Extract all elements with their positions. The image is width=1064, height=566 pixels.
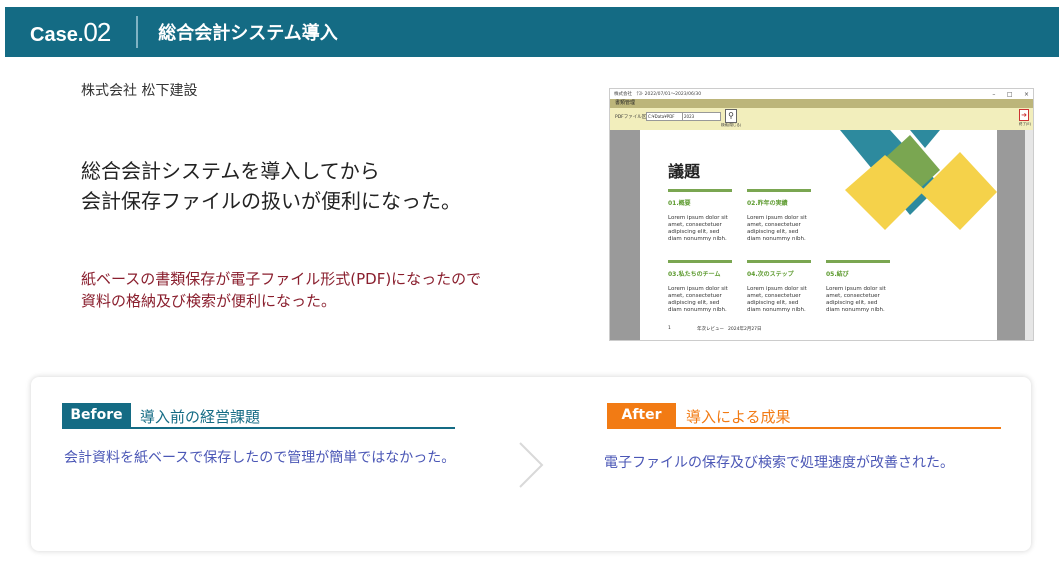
case-prefix: Case. [30,23,84,46]
doc-section: 03.私たちのチーム Lorem ipsum dolor sit amet, c… [668,260,732,314]
window-controls: – □ × [982,91,1029,98]
section-heading: 05.結び [826,271,849,278]
menu-bar: 書類管理 [610,99,1033,108]
footer-title: 年次レビュー [697,327,724,332]
header-title: 総合会計システム導入 [158,23,338,44]
case-label: Case.02 [30,16,111,48]
doc-section: 05.結び Lorem ipsum dolor sit amet, consec… [826,260,890,314]
footer-page-number: 1 [668,326,671,331]
exit-label: 終了(E) [1019,122,1031,126]
doc-title: 議題 [668,162,701,181]
before-tag: Before [62,403,131,427]
section-body: Lorem ipsum dolor sit amet, consectetuer… [668,286,728,313]
maximize-icon[interactable]: □ [1007,91,1013,98]
headline: 総合会計システムを導入してから 会計保存ファイルの扱いが便利になった。 [81,156,461,216]
after-underline [607,427,1001,429]
description: 紙ベースの書類保存が電子ファイル形式(PDF)になったので 資料の格納及び検索が… [81,268,481,312]
search-label: 検索(閉じる) [721,123,742,127]
doc-section: 02.昨年の実績 Lorem ipsum dolor sit amet, con… [747,189,811,243]
path-select[interactable]: C:¥Data¥PDF [646,112,683,121]
section-bar [668,260,732,263]
footer-date: 2024年2月27日 [728,327,762,332]
section-body: Lorem ipsum dolor sit amet, consectetuer… [826,286,886,313]
search-icon[interactable]: ⚲ [725,109,737,123]
section-heading: 02.昨年の実績 [747,200,788,207]
after-title: 導入による成果 [686,408,791,426]
chevron-right-icon [519,442,544,488]
description-line-1: 紙ベースの書類保存が電子ファイル形式(PDF)になったので [81,270,482,288]
case-header: Case.02 総合会計システム導入 [5,7,1059,57]
case-number: 02 [83,16,111,47]
minimize-icon[interactable]: – [992,91,995,98]
section-body: Lorem ipsum dolor sit amet, consectetuer… [668,215,728,242]
app-screenshot: 株式会社 ﾃｽﾄ 2022/07/01〜2023/06/30 – □ × 書類管… [609,88,1034,341]
exit-icon[interactable]: ➜ [1019,109,1029,121]
doc-section: 04.次のステップ Lorem ipsum dolor sit amet, co… [747,260,811,314]
before-text: 会計資料を紙ベースで保存したので管理が簡単ではなかった。 [64,450,456,466]
section-body: Lorem ipsum dolor sit amet, consectetuer… [747,286,807,313]
section-bar [668,189,732,192]
close-icon[interactable]: × [1024,91,1029,98]
company-name: 株式会社 松下建設 [81,83,198,99]
description-line-2: 資料の格納及び検索が便利になった。 [81,292,337,310]
pdf-viewer: 議題 01.概要 Lorem ipsum dolor sit amet, con… [610,130,1033,340]
doc-section: 01.概要 Lorem ipsum dolor sit amet, consec… [668,189,732,243]
section-bar [826,260,890,263]
section-heading: 04.次のステップ [747,271,794,278]
section-bar [747,189,811,192]
header-divider [136,16,139,48]
pdf-page: 議題 01.概要 Lorem ipsum dolor sit amet, con… [640,130,997,340]
section-heading: 01.概要 [668,200,691,207]
headline-line-2: 会計保存ファイルの扱いが便利になった。 [81,189,461,213]
window-titlebar: 株式会社 ﾃｽﾄ 2022/07/01〜2023/06/30 – □ × [610,89,1033,99]
menu-item-documents[interactable]: 書類管理 [615,100,635,106]
after-text: 電子ファイルの保存及び検索で処理速度が改善された。 [604,455,954,471]
vertical-scrollbar[interactable] [1025,130,1033,340]
toolbar: PDFファイル区分 C:¥Data¥PDF 2023 ⚲ 検索(閉じる) ➜ 終… [610,108,1033,130]
window-title: 株式会社 ﾃｽﾄ 2022/07/01〜2023/06/30 [614,92,702,97]
after-tag: After [607,403,676,427]
section-bar [747,260,811,263]
before-title: 導入前の経営課題 [140,408,261,426]
section-body: Lorem ipsum dolor sit amet, consectetuer… [747,215,807,242]
year-select[interactable]: 2023 [682,112,721,121]
headline-line-1: 総合会計システムを導入してから [81,159,380,183]
before-underline [62,427,455,429]
before-after-card: Before 導入前の経営課題 会計資料を紙ベースで保存したので管理が簡単ではな… [31,377,1031,551]
section-heading: 03.私たちのチーム [668,271,721,278]
